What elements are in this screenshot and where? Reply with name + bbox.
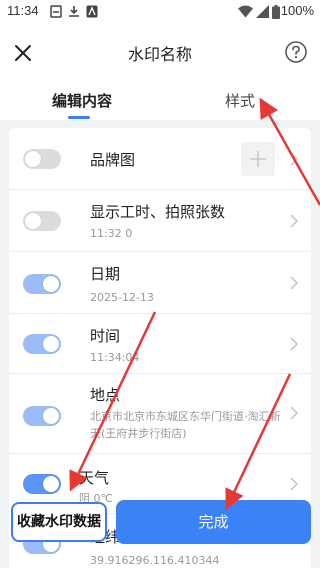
toggle-work-hours[interactable] [23, 211, 61, 231]
item-title-location: 地点 [90, 386, 121, 404]
add-image-button[interactable] [241, 142, 275, 176]
chevron-right-icon[interactable] [289, 152, 299, 166]
page-title: 水印名称 [127, 45, 192, 64]
list-item-location: 地点 北京市北京市东城区东华门街道·淘汇新天(王府井步行街店) [9, 374, 311, 454]
plus-icon [250, 151, 266, 167]
chevron-right-icon[interactable] [289, 214, 299, 228]
chevron-right-icon[interactable] [289, 477, 299, 491]
save-watermark-data-button[interactable]: 收藏水印数据 [11, 502, 107, 542]
toggle-date[interactable] [23, 274, 61, 294]
app-icon [86, 5, 98, 18]
item-subtitle-work-hours: 11:32 0 [90, 227, 133, 240]
done-button[interactable]: 完成 [116, 500, 311, 544]
tab-edit-content[interactable]: 编辑内容 [52, 90, 112, 111]
item-title-weather: 天气 [79, 469, 110, 487]
app-bar: 水印名称 [0, 24, 320, 82]
item-subtitle-coordinates: 39.916296.116.410344 [90, 554, 220, 567]
item-title-work-hours: 显示工时、拍照张数 [90, 203, 226, 221]
item-title-brand-image: 品牌图 [90, 151, 136, 169]
toggle-knob [43, 408, 59, 424]
item-title-time: 时间 [90, 327, 121, 345]
toggle-knob [25, 213, 41, 229]
list-item-date: 日期 2025-12-13 [9, 252, 311, 314]
item-subtitle-time: 11:34:04 [90, 351, 140, 364]
download-icon [69, 6, 79, 17]
list-item-time: 时间 11:34:04 [9, 314, 311, 374]
toggle-knob [25, 151, 41, 167]
list-item-brand-image: 品牌图 [9, 128, 311, 190]
toggle-knob [43, 276, 59, 292]
battery-percent: 100% [280, 3, 314, 18]
wifi-icon [238, 5, 253, 18]
tab-style[interactable]: 样式 [225, 90, 255, 111]
toggle-knob [43, 476, 59, 492]
toggle-knob [43, 336, 59, 352]
chevron-right-icon[interactable] [289, 337, 299, 351]
toggle-weather[interactable] [23, 474, 61, 494]
toggle-location[interactable] [23, 406, 61, 426]
item-title-date: 日期 [90, 265, 121, 283]
status-time: 11:34 [7, 3, 39, 18]
toggle-brand-image[interactable] [23, 149, 61, 169]
battery-icon [272, 5, 280, 19]
status-bar: 11:34 100% [0, 0, 320, 24]
list-item-work-hours: 显示工时、拍照张数 11:32 0 [9, 190, 311, 252]
toggle-time[interactable] [23, 334, 61, 354]
item-subtitle-date: 2025-12-13 [90, 291, 154, 304]
help-icon[interactable] [284, 40, 308, 64]
notification-icon [50, 5, 62, 18]
signal-icon [256, 5, 269, 18]
item-subtitle-location: 北京市北京市东城区东华门街道·淘汇新天(王府井步行街店) [90, 410, 281, 440]
chevron-right-icon[interactable] [289, 276, 299, 290]
chevron-right-icon[interactable] [289, 406, 299, 420]
tab-indicator [68, 116, 90, 119]
tab-bar: 编辑内容 样式 [0, 84, 320, 120]
